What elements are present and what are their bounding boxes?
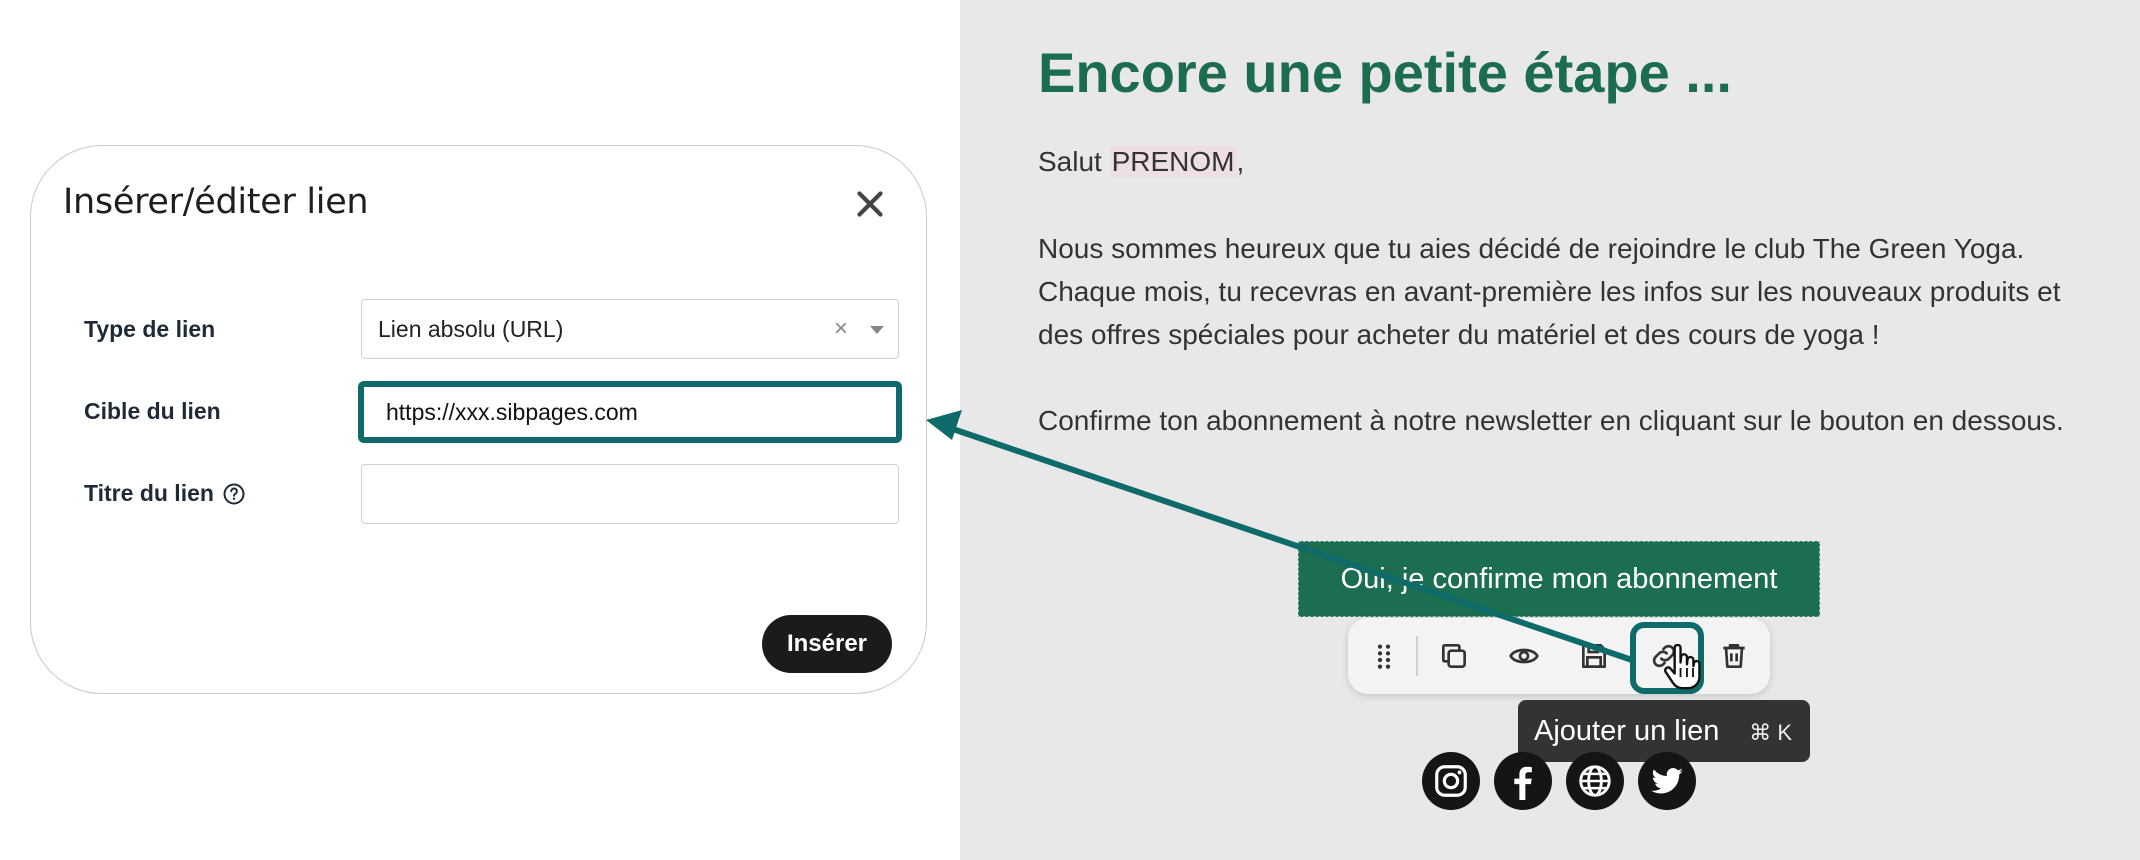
drag-handle-icon — [1377, 644, 1391, 669]
facebook-link[interactable] — [1494, 752, 1552, 810]
close-button[interactable] — [852, 186, 888, 222]
link-type-value: Lien absolu (URL) — [378, 315, 564, 342]
email-paragraph-2: Confirme ton abonnement à notre newslett… — [1038, 405, 2064, 436]
prenom-merge-tag[interactable]: PRENOM — [1109, 146, 1237, 177]
tooltip-label: Ajouter un lien — [1534, 714, 1720, 747]
close-icon — [857, 191, 883, 217]
insert-button[interactable]: Insérer — [762, 615, 892, 673]
link-target-value: https://xxx.sibpages.com — [386, 398, 638, 425]
link-title-label: Titre du lien — [84, 480, 214, 506]
insert-link-dialog: Insérer/éditer lien Type de lien Lien ab… — [30, 145, 927, 694]
block-toolbar — [1348, 618, 1770, 694]
globe-icon — [1579, 765, 1611, 797]
greeting-prefix: Salut — [1038, 146, 1110, 177]
link-title-input[interactable] — [361, 464, 899, 524]
email-heading: Encore une petite étape ... — [1038, 41, 1732, 104]
link-target-input[interactable]: https://xxx.sibpages.com — [358, 381, 902, 443]
eye-icon — [1509, 648, 1539, 664]
confirm-subscription-button[interactable]: Oui, je confirme mon abonnement — [1298, 541, 1820, 617]
instagram-link[interactable] — [1422, 752, 1480, 810]
chevron-down-icon[interactable] — [870, 326, 884, 334]
email-paragraph-1: Nous sommes heureux que tu aies décidé d… — [1038, 233, 2061, 350]
hand-cursor-icon — [1664, 644, 1701, 690]
dialog-title: Insérer/éditer lien — [63, 182, 369, 222]
link-type-label: Type de lien — [84, 316, 216, 342]
preview-button[interactable] — [1504, 636, 1544, 676]
clear-selection-icon[interactable]: × — [834, 315, 848, 343]
website-link[interactable] — [1566, 752, 1624, 810]
delete-block-button[interactable] — [1714, 636, 1754, 676]
tooltip-shortcut: ⌘ K — [1749, 720, 1792, 745]
duplicate-button[interactable] — [1434, 636, 1474, 676]
link-target-label: Cible du lien — [84, 398, 221, 424]
save-block-button[interactable] — [1574, 636, 1614, 676]
twitter-link[interactable] — [1638, 752, 1696, 810]
duplicate-icon — [1442, 644, 1466, 668]
save-icon — [1582, 644, 1606, 668]
trash-icon — [1723, 644, 1745, 668]
social-links — [1422, 752, 1696, 810]
greeting-suffix: , — [1236, 146, 1245, 177]
facebook-icon — [1514, 766, 1532, 800]
link-type-select[interactable]: Lien absolu (URL) × — [361, 299, 899, 359]
email-greeting: Salut PRENOM, — [1038, 140, 2078, 183]
toolbar-divider — [1416, 636, 1418, 676]
instagram-icon — [1435, 765, 1467, 797]
twitter-icon — [1651, 767, 1683, 794]
help-icon[interactable] — [222, 482, 246, 506]
drag-handle[interactable] — [1364, 636, 1404, 676]
link-title-label-group: Titre du lien — [84, 480, 246, 507]
